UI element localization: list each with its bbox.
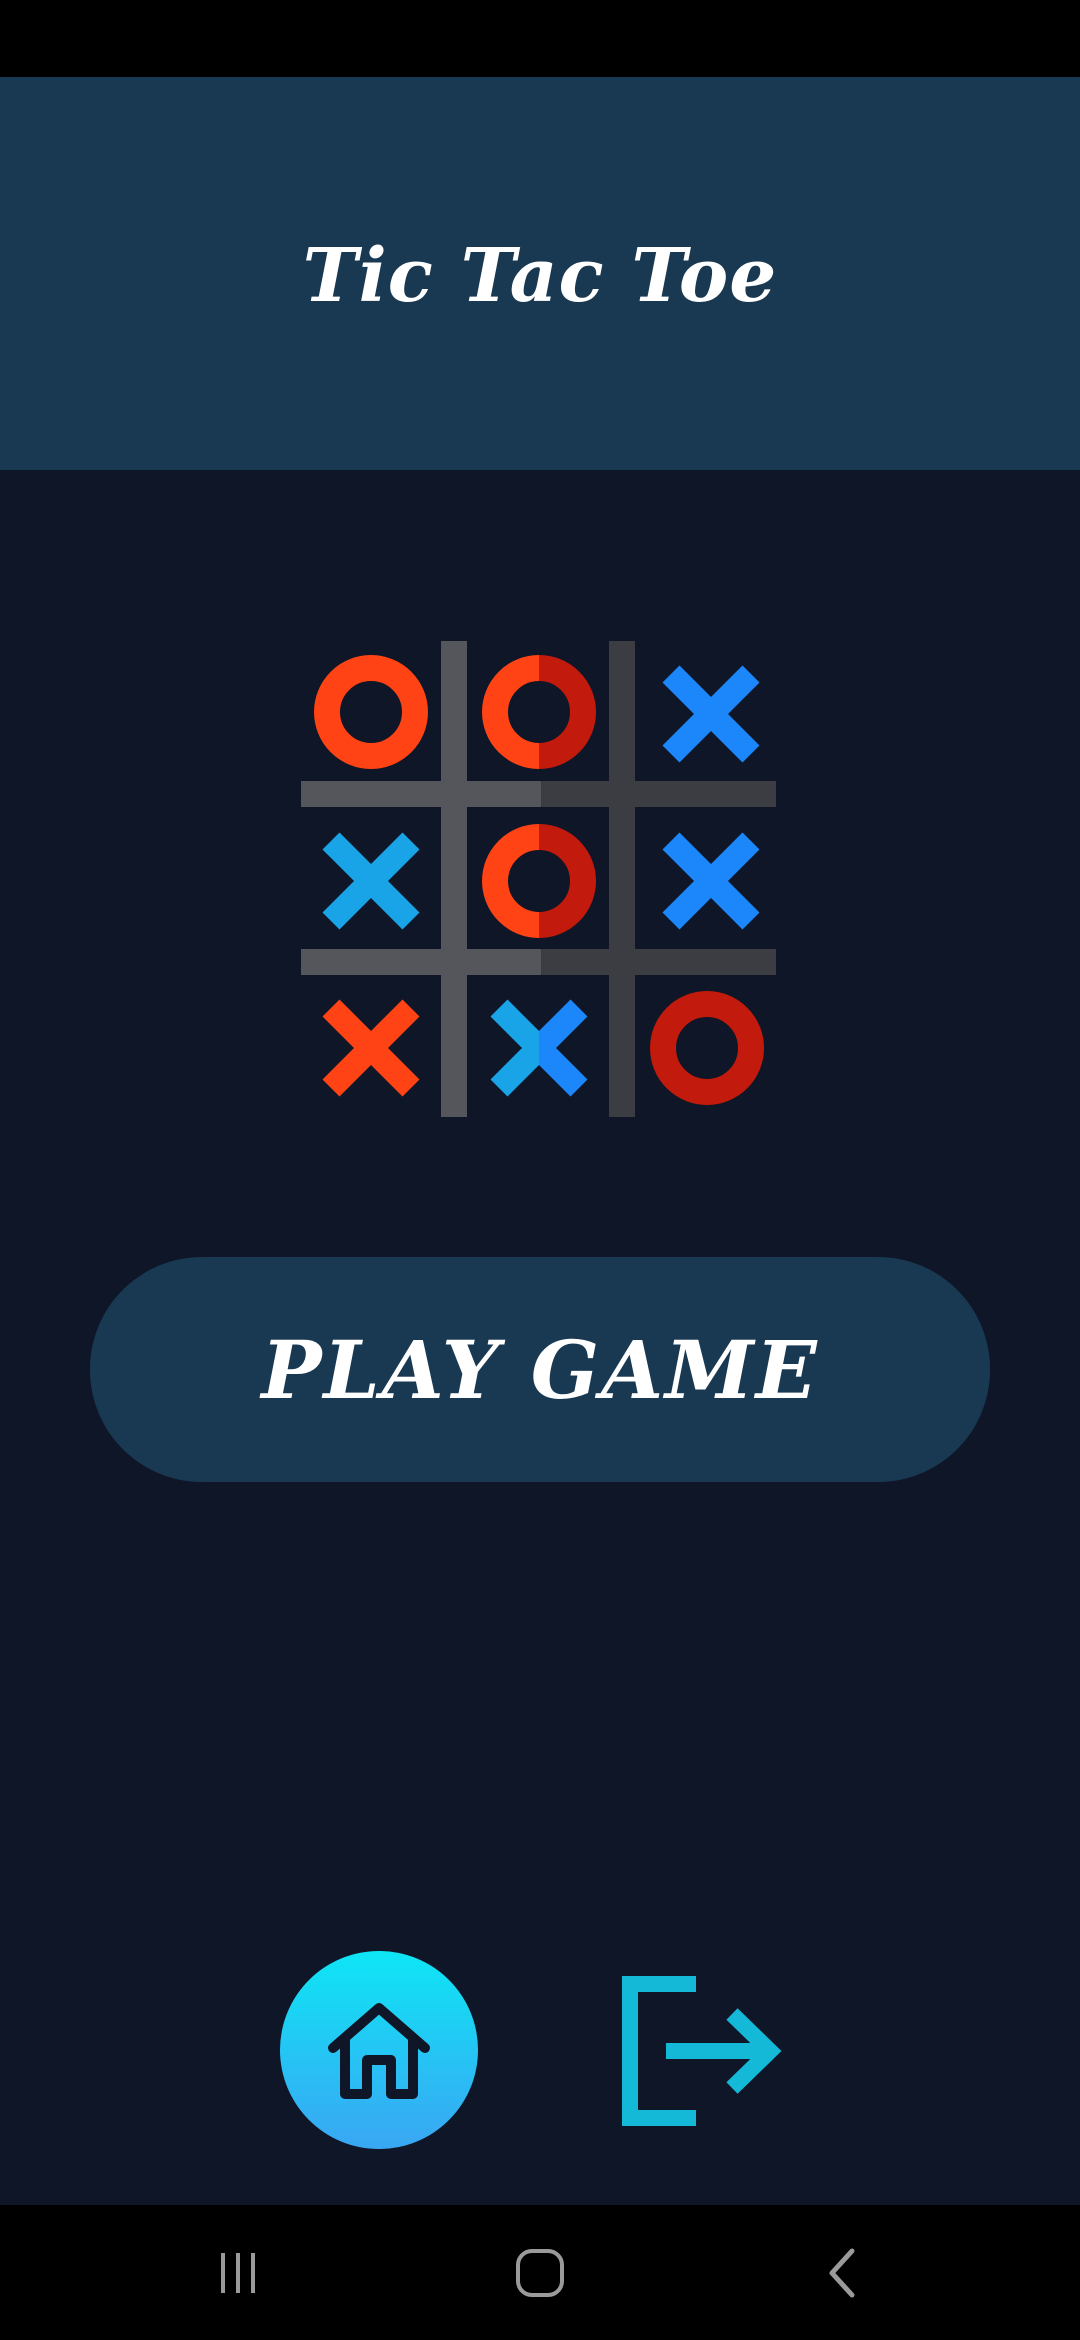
board-svg (301, 641, 776, 1117)
nav-home-icon (516, 2248, 564, 2297)
x-mark-r2c3 (662, 832, 760, 930)
recents-button[interactable] (178, 2205, 298, 2340)
status-bar (0, 0, 1080, 77)
system-navigation-bar (0, 2205, 1080, 2340)
o-mark-r1c2 (482, 655, 596, 769)
exit-button[interactable] (610, 1972, 790, 2132)
home-button[interactable] (280, 1951, 478, 2149)
tic-tac-toe-board-graphic (296, 636, 782, 1122)
x-mark-r3c2 (490, 999, 588, 1097)
x-mark-r3c1 (322, 999, 420, 1097)
x-mark-r1c3 (662, 665, 760, 763)
play-game-label: PLAY GAME (261, 1322, 819, 1417)
recents-icon (221, 2252, 255, 2293)
home-icon (328, 2003, 430, 2099)
nav-home-button[interactable] (480, 2205, 600, 2340)
x-mark-r2c1 (322, 832, 420, 930)
grid-line-h2-right (541, 949, 776, 975)
grid-line-v2 (609, 641, 635, 1117)
o-mark-r1c1 (314, 655, 428, 769)
grid-line-h2-left (301, 949, 541, 975)
o-mark-r2c2 (482, 824, 596, 938)
app-header: Tic Tac Toe (0, 77, 1080, 470)
exit-icon (622, 1976, 782, 2126)
grid-line-h1-right (541, 781, 776, 807)
o-mark-r3c3 (650, 991, 764, 1105)
back-button[interactable] (783, 2205, 903, 2340)
back-icon (829, 2248, 855, 2297)
grid-line-v1 (441, 641, 467, 1117)
play-game-button[interactable]: PLAY GAME (90, 1257, 990, 1482)
page-title: Tic Tac Toe (302, 232, 778, 319)
grid-line-h1-left (301, 781, 541, 807)
